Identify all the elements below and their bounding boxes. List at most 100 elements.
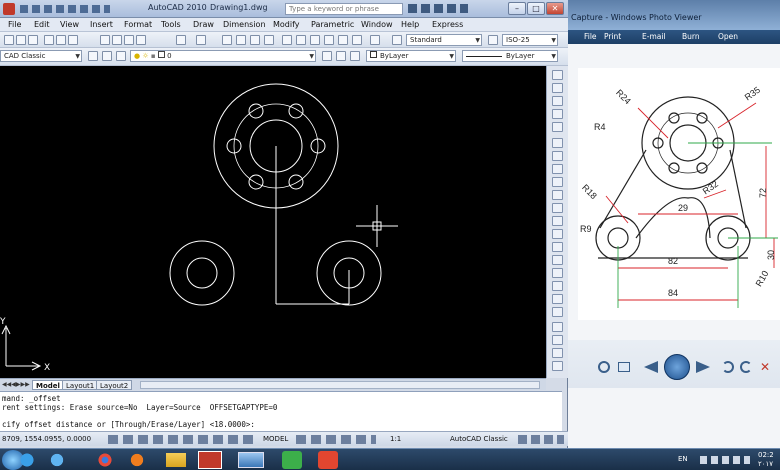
break-icon[interactable]: [552, 229, 563, 239]
tab-model[interactable]: Model: [32, 380, 64, 390]
recorder-icon[interactable]: [318, 451, 338, 469]
model-button[interactable]: MODEL: [263, 435, 288, 443]
autocad-taskbar-icon[interactable]: [198, 451, 222, 469]
viewer-menu-file[interactable]: File: [584, 32, 597, 41]
rectangle-icon[interactable]: [552, 122, 563, 132]
rotate-icon[interactable]: [552, 164, 563, 174]
explode-icon[interactable]: [552, 281, 563, 291]
layer-select[interactable]: ● ☼ ▪ 0 ▼: [130, 50, 316, 62]
zoom-window-icon[interactable]: [250, 35, 260, 45]
chrome-icon[interactable]: [92, 451, 118, 469]
workspace-status[interactable]: AutoCAD Classic: [450, 435, 508, 443]
search-input[interactable]: Type a keyword or phrase: [285, 3, 403, 15]
menu-insert[interactable]: Insert: [90, 20, 113, 29]
menu-express[interactable]: Express: [432, 20, 463, 29]
rotate-right-icon[interactable]: [740, 361, 752, 373]
actual-size-icon[interactable]: [618, 362, 630, 372]
maximize-button[interactable]: □: [527, 2, 545, 15]
move-icon[interactable]: [552, 138, 563, 148]
drawing-canvas[interactable]: Y X: [0, 66, 546, 378]
polyline-icon[interactable]: [552, 96, 563, 106]
fillet-icon[interactable]: [552, 268, 563, 278]
command-line[interactable]: mand: _offset rent settings: Erase sourc…: [0, 391, 562, 431]
region-icon[interactable]: [552, 335, 563, 345]
search-tools-icons[interactable]: [408, 4, 468, 13]
menu-file[interactable]: File: [8, 20, 21, 29]
quick-access-icons[interactable]: [20, 5, 110, 13]
scale-icon[interactable]: [552, 177, 563, 187]
tab-layout1[interactable]: Layout1: [62, 380, 99, 390]
dim-style-icon[interactable]: [488, 35, 498, 45]
chamfer-icon[interactable]: [552, 255, 563, 265]
zoom-icon[interactable]: [598, 361, 610, 373]
help-icon[interactable]: [370, 35, 380, 45]
polygon-icon[interactable]: [552, 109, 563, 119]
workspace-settings-icon[interactable]: [88, 51, 98, 61]
menu-format[interactable]: Format: [124, 20, 152, 29]
construction-line-icon[interactable]: [552, 83, 563, 93]
previous-icon[interactable]: [644, 361, 658, 373]
menu-tools[interactable]: Tools: [161, 20, 181, 29]
line-icon[interactable]: [552, 70, 563, 80]
array-icon[interactable]: [552, 294, 563, 304]
preview-icon[interactable]: [56, 35, 66, 45]
menu-help[interactable]: Help: [401, 20, 419, 29]
minimize-button[interactable]: –: [508, 2, 526, 15]
photo-viewer-taskbar-icon[interactable]: [238, 452, 264, 468]
viewer-menu-burn[interactable]: Burn: [682, 32, 700, 41]
copy-icon[interactable]: [112, 35, 122, 45]
slideshow-button[interactable]: [664, 354, 690, 380]
close-button[interactable]: ✕: [546, 2, 564, 15]
menu-modify[interactable]: Modify: [273, 20, 300, 29]
calculator-icon[interactable]: [352, 35, 362, 45]
app-menu-icon[interactable]: [3, 3, 15, 15]
new-icon[interactable]: [4, 35, 14, 45]
viewer-menu-print[interactable]: Print: [604, 32, 621, 41]
workspace-select[interactable]: CAD Classic ▼: [0, 50, 82, 62]
zoom-realtime-icon[interactable]: [236, 35, 246, 45]
layer-isolate-icon[interactable]: [350, 51, 360, 61]
redo-icon[interactable]: [196, 35, 206, 45]
menu-view[interactable]: View: [60, 20, 79, 29]
print-icon[interactable]: [44, 35, 54, 45]
folder-icon[interactable]: [166, 453, 186, 467]
horizontal-scrollbar[interactable]: [140, 381, 540, 389]
multiline-text-icon[interactable]: [552, 361, 563, 371]
join-icon[interactable]: [552, 242, 563, 252]
pan-icon[interactable]: [222, 35, 232, 45]
tab-layout2[interactable]: Layout2: [96, 380, 133, 390]
undo-icon[interactable]: [176, 35, 186, 45]
next-icon[interactable]: [696, 361, 710, 373]
extend-icon[interactable]: [552, 216, 563, 226]
drafting-toggles[interactable]: [108, 435, 258, 444]
tray-icons[interactable]: [700, 456, 750, 464]
menu-dimension[interactable]: Dimension: [223, 20, 266, 29]
offset-icon[interactable]: [552, 307, 563, 317]
save-icon[interactable]: [28, 35, 38, 45]
markup-icon[interactable]: [338, 35, 348, 45]
language-indicator[interactable]: EN: [678, 455, 688, 463]
text-style-select[interactable]: Standard ▼: [406, 34, 482, 46]
clock-date[interactable]: ۲۰۱۷: [758, 460, 773, 468]
annotation-scale[interactable]: 1:1: [390, 435, 401, 443]
copy-object-icon[interactable]: [552, 151, 563, 161]
text-style-icon[interactable]: [392, 35, 402, 45]
tab-nav-arrows[interactable]: ◀◀◀▶▶▶: [2, 381, 30, 388]
sheet-set-icon[interactable]: [324, 35, 334, 45]
table-icon[interactable]: [552, 348, 563, 358]
design-center-icon[interactable]: [296, 35, 306, 45]
menu-draw[interactable]: Draw: [193, 20, 214, 29]
match-properties-icon[interactable]: [136, 35, 146, 45]
clock-time[interactable]: 02:2: [758, 451, 774, 459]
color-select[interactable]: ByLayer ▼: [366, 50, 456, 62]
stretch-icon[interactable]: [552, 190, 563, 200]
make-current-icon[interactable]: [322, 51, 332, 61]
layer-properties-icon[interactable]: [102, 51, 112, 61]
camtasia-icon[interactable]: [282, 451, 302, 469]
linetype-select[interactable]: ByLayer ▼: [462, 50, 558, 62]
menu-edit[interactable]: Edit: [34, 20, 50, 29]
dim-style-select[interactable]: ISO-25 ▼: [502, 34, 558, 46]
menu-window[interactable]: Window: [361, 20, 393, 29]
publish-icon[interactable]: [68, 35, 78, 45]
ie-icon[interactable]: [44, 451, 70, 469]
